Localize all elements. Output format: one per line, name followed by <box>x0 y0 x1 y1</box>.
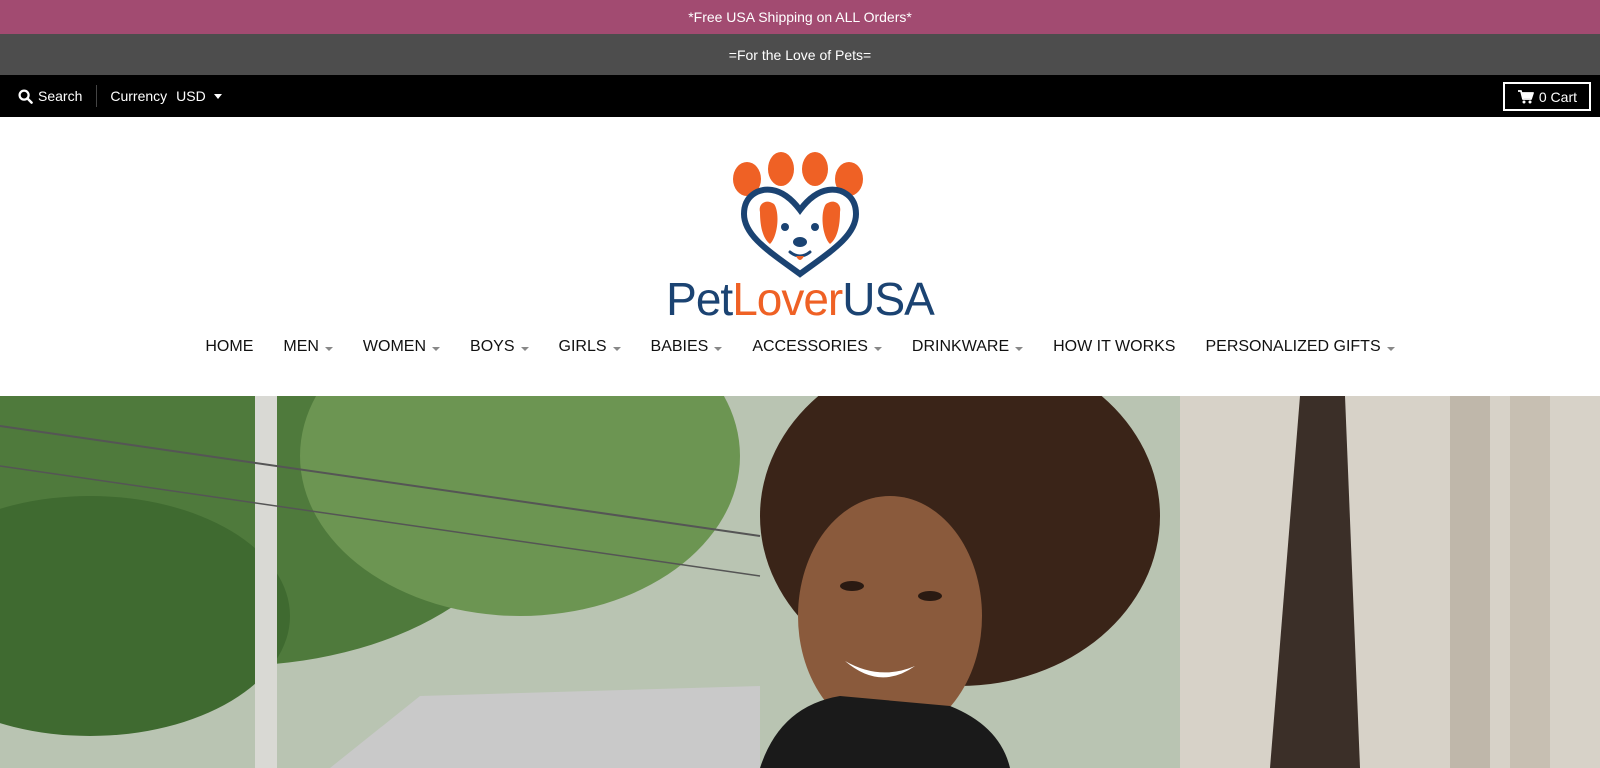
nav-item-men[interactable]: MEN <box>268 338 348 356</box>
hero-photo-illustration <box>0 396 1600 768</box>
chevron-down-icon <box>1015 346 1024 351</box>
nav-item-babies[interactable]: BABIES <box>636 338 738 356</box>
tagline-banner: =For the Love of Pets= <box>0 34 1600 75</box>
chevron-down-icon <box>714 346 723 351</box>
nav-item-label: MEN <box>283 338 319 355</box>
nav-item-how-it-works[interactable]: HOW IT WORKS <box>1038 338 1190 356</box>
currency-selector: Currency USD <box>110 88 222 104</box>
site-wordmark: PetLoverUSA <box>666 273 935 325</box>
nav-item-drinkware[interactable]: DRINKWARE <box>897 338 1038 356</box>
currency-label: Currency <box>110 88 168 104</box>
nav-item-women[interactable]: WOMEN <box>348 338 455 356</box>
utility-divider <box>96 85 98 107</box>
nav-item-label: ACCESSORIES <box>752 338 868 355</box>
chevron-down-icon <box>432 346 441 351</box>
nav-item-personalized-gifts[interactable]: PERSONALIZED GIFTS <box>1190 338 1409 356</box>
nav-item-label: BOYS <box>470 338 515 355</box>
cart-icon <box>1517 89 1534 103</box>
promo-banner: *Free USA Shipping on ALL Orders* <box>0 0 1600 34</box>
utility-bar: Search Currency USD 0 Cart <box>0 75 1600 117</box>
nav-item-boys[interactable]: BOYS <box>455 338 543 356</box>
chevron-down-icon <box>873 346 882 351</box>
chevron-down-icon <box>1386 346 1395 351</box>
nav-item-label: GIRLS <box>558 338 607 355</box>
chevron-down-icon <box>612 346 621 351</box>
nav-item-home[interactable]: HOME <box>190 338 268 356</box>
nav-item-label: DRINKWARE <box>911 338 1010 355</box>
nav-item-label: HOW IT WORKS <box>1053 338 1176 355</box>
nav-item-accessories[interactable]: ACCESSORIES <box>737 338 897 356</box>
wordmark-lover: Lover <box>732 273 843 325</box>
nav-item-label: BABIES <box>650 338 709 355</box>
hero-image <box>0 396 1600 768</box>
tagline-text: =For the Love of Pets= <box>728 46 872 63</box>
site-logo[interactable]: PetLoverUSA <box>655 152 945 322</box>
cart-label: 0 Cart <box>1538 88 1577 105</box>
cart-button[interactable]: 0 Cart <box>1502 82 1591 111</box>
nav-item-label: PERSONALIZED GIFTS <box>1205 338 1381 355</box>
currency-value: USD <box>176 88 206 104</box>
nav-item-label: HOME <box>205 338 254 355</box>
chevron-down-icon <box>520 346 529 351</box>
chevron-down-icon <box>324 346 333 351</box>
chevron-down-icon <box>213 93 222 99</box>
main-nav: HOME MEN WOMEN BOYS GIRLS BABIES ACCESSORIES DR… <box>0 335 1600 389</box>
wordmark-usa: USA <box>842 273 935 325</box>
currency-dropdown[interactable]: USD <box>176 88 222 104</box>
wordmark-pet: Pet <box>666 273 733 325</box>
nav-item-label: WOMEN <box>362 338 427 355</box>
paw-heart-dog-icon <box>733 152 863 278</box>
promo-text: *Free USA Shipping on ALL Orders* <box>688 9 912 25</box>
search-label: Search <box>38 88 83 104</box>
nav-item-girls[interactable]: GIRLS <box>544 338 636 356</box>
logo-area: PetLoverUSA <box>0 117 1600 335</box>
search-icon <box>18 88 33 104</box>
search-button[interactable]: Search <box>18 88 96 104</box>
